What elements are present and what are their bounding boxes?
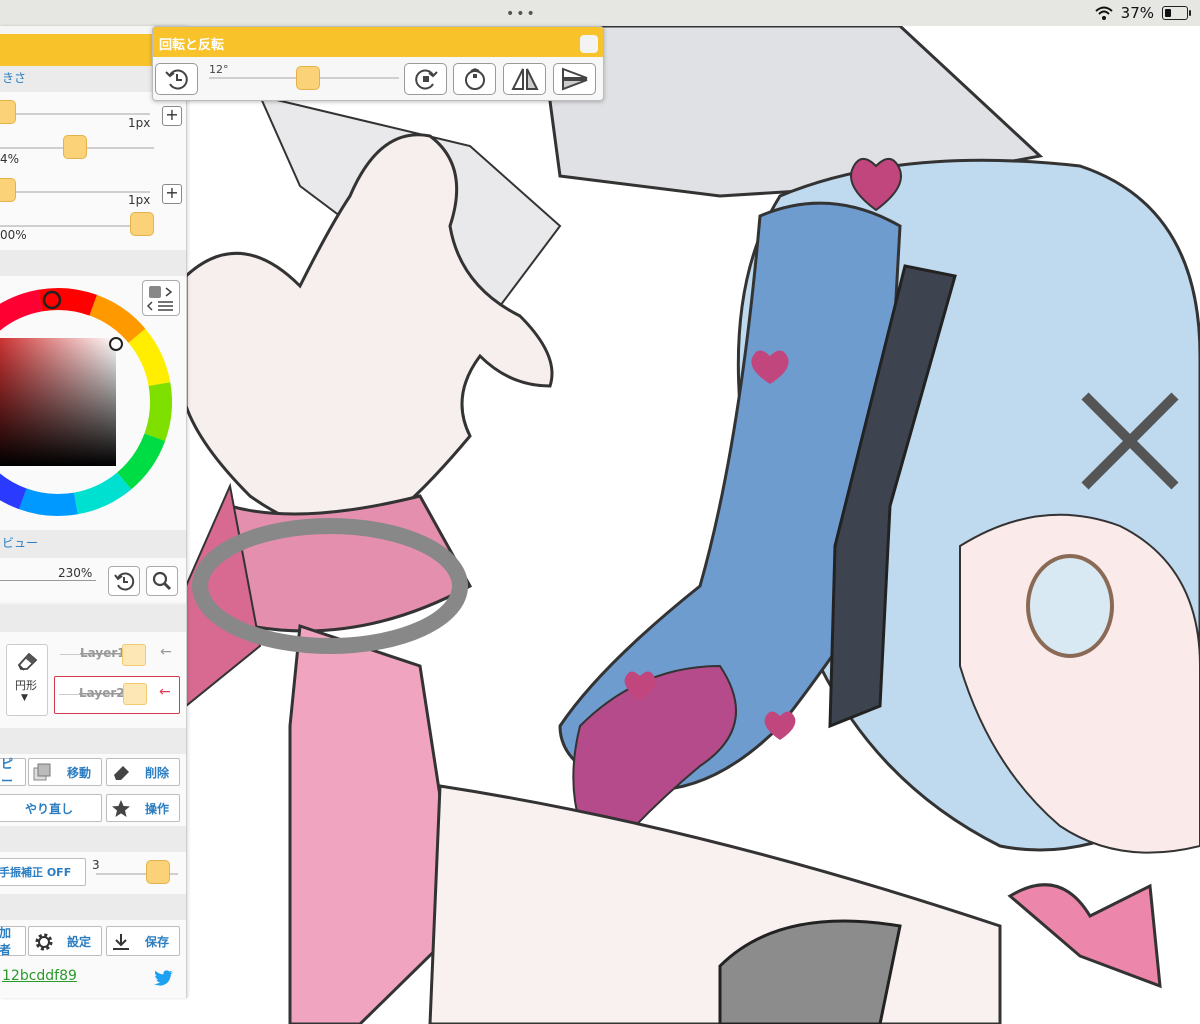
opacity-value: 4%	[0, 152, 20, 166]
delete-button[interactable]: 削除	[106, 758, 180, 786]
layer-name: Layer2	[79, 686, 125, 700]
multitask-dots-icon[interactable]: •••	[506, 6, 537, 22]
operation-button[interactable]: 操作	[106, 794, 180, 822]
dialog-title: 回転と反転	[159, 38, 225, 53]
brush-shape-label: 円形	[15, 679, 37, 692]
rotation-angle: 12°	[209, 63, 229, 76]
layer-section-header	[0, 604, 186, 632]
opacity2-value: 00%	[0, 228, 27, 242]
redo-button[interactable]: やり直し	[0, 794, 102, 822]
color-section-header	[0, 250, 186, 276]
layer-thumbnail	[122, 644, 146, 666]
operation-label: 操作	[144, 801, 169, 816]
layer-row-1[interactable]: Layer1 ←	[56, 638, 180, 672]
brush-size-section: + 1px 4% + 1px 00%	[0, 92, 186, 276]
layer-row-2-selected[interactable]: Layer2 ←	[54, 676, 180, 714]
rotate-center-button[interactable]	[453, 63, 496, 95]
rotate-reset-icon	[164, 69, 188, 90]
status-bar: ••• 37%	[0, 0, 1200, 26]
color-swap-button[interactable]	[142, 280, 180, 316]
brush-tool-selector[interactable]: 円形 ▼	[6, 644, 48, 716]
flip-vertical-button[interactable]	[553, 63, 596, 95]
rotate-cw-icon	[414, 69, 438, 90]
color-swap-icon	[146, 286, 173, 311]
save-button[interactable]: 保存	[106, 926, 180, 956]
eraser-icon	[17, 652, 38, 671]
dialog-title-bar: 回転と反転	[153, 27, 603, 57]
preview-section-header: ビュー	[0, 530, 186, 558]
brush-shape-dropdown-icon[interactable]: ▼	[21, 693, 28, 703]
flip-horizontal-icon	[510, 68, 539, 90]
move-icon	[33, 763, 51, 781]
brush-size-slider[interactable]	[0, 100, 16, 124]
zoom-button[interactable]	[146, 566, 178, 596]
opacity-slider[interactable]	[63, 135, 87, 159]
flip-vertical-icon	[561, 67, 587, 91]
rotate-flip-dialog: 回転と反転 12°	[152, 26, 604, 101]
stabilizer-section: 手振補正 OFF 3	[0, 852, 186, 894]
preview-section: 230%	[0, 558, 186, 602]
move-button[interactable]: 移動	[28, 758, 102, 786]
opacity2-slider[interactable]	[130, 212, 154, 236]
star-icon	[112, 800, 130, 817]
size2-value: 1px	[128, 193, 151, 207]
stabilizer-toggle[interactable]: 手振補正 OFF	[0, 858, 86, 886]
footer-section: 加者 設定 保存 12bcddf89	[0, 920, 186, 998]
color-section	[0, 276, 186, 544]
rotate-right-button[interactable]	[404, 63, 447, 95]
arrow-left-icon: ←	[160, 644, 172, 660]
actions-section: ピー 移動 削除 やり直し 操作	[0, 754, 186, 826]
size-plus-button[interactable]: +	[162, 106, 182, 126]
arrow-left-icon: ←	[159, 684, 171, 700]
settings-button[interactable]: 設定	[28, 926, 102, 956]
reset-rotation-button[interactable]	[155, 63, 198, 95]
copy-button[interactable]: ピー	[0, 757, 26, 788]
color-wheel[interactable]	[0, 284, 176, 520]
dialog-close-button[interactable]	[580, 35, 598, 53]
stabilizer-section-header	[0, 826, 186, 852]
save-label: 保存	[144, 934, 169, 949]
reset-view-button[interactable]	[108, 566, 140, 596]
battery-icon	[1162, 6, 1191, 20]
room-id-link[interactable]: 12bcddf89	[2, 968, 77, 984]
actions-section-header	[0, 728, 186, 754]
tool-panel: きさ + 1px 4% + 1px 00% ビュー 230% 円形 ▼ Laye…	[0, 26, 187, 998]
wifi-icon	[1094, 6, 1113, 20]
layer-thumbnail	[123, 683, 147, 705]
size2-plus-button[interactable]: +	[162, 184, 182, 204]
flip-horizontal-button[interactable]	[503, 63, 546, 95]
participants-button[interactable]: 加者	[0, 926, 26, 957]
download-icon	[113, 934, 129, 950]
battery-percent: 37%	[1120, 4, 1154, 22]
magnifier-icon	[152, 571, 172, 591]
delete-label: 削除	[144, 765, 169, 780]
gear-icon	[35, 933, 53, 951]
move-label: 移動	[66, 765, 91, 780]
size-value: 1px	[128, 116, 151, 130]
twitter-icon[interactable]	[154, 970, 174, 986]
footer-section-header	[0, 894, 186, 920]
layer-name: Layer1	[80, 646, 126, 660]
brush-size-slider-2[interactable]	[0, 178, 16, 202]
stabilizer-slider[interactable]	[146, 860, 170, 884]
stabilizer-value: 3	[92, 858, 100, 872]
zoom-value: 230%	[58, 566, 93, 580]
eraser-icon	[114, 766, 129, 780]
settings-label: 設定	[66, 934, 91, 949]
rotate-reset-icon	[114, 572, 135, 591]
rotation-slider[interactable]	[296, 66, 320, 90]
rotate-center-icon	[464, 68, 485, 90]
layer-section: 円形 ▼ Layer1 ← Layer2 ←	[0, 632, 186, 728]
